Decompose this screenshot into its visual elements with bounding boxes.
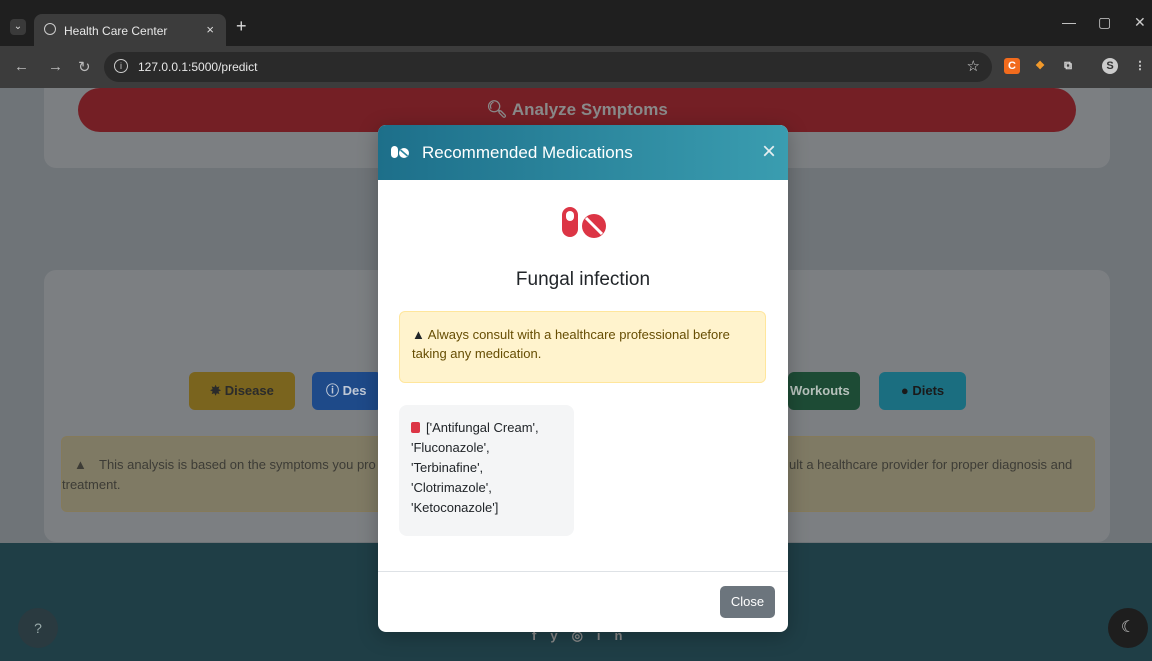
moon-icon: ☾ — [1120, 619, 1136, 636]
description-label: Des — [342, 383, 367, 398]
medication-list: ['Antifungal Cream', 'Fluconazole', 'Ter… — [399, 405, 574, 536]
apple-icon: ● — [900, 383, 909, 398]
reload-icon[interactable]: ↻ — [78, 58, 91, 76]
medication-line: 'Terbinafine', — [411, 460, 484, 475]
extension-c-icon[interactable]: C — [1004, 58, 1020, 74]
medication-line: 'Ketoconazole'] — [411, 500, 499, 515]
close-button[interactable]: Close — [720, 586, 775, 618]
back-arrow-icon[interactable]: ← — [14, 58, 29, 75]
disease-name: Fungal infection — [515, 269, 651, 290]
disclaimer-text-right: ult a healthcare provider for proper dia… — [789, 457, 1073, 472]
help-button[interactable]: ? — [18, 608, 58, 648]
disease-label: Disease — [224, 383, 274, 398]
theme-toggle-button[interactable]: ☾ — [1108, 608, 1148, 648]
tab-close-icon[interactable]: × — [206, 22, 214, 37]
site-info-icon[interactable]: i — [114, 59, 128, 73]
minimize-button[interactable]: — — [1062, 14, 1076, 30]
tab-search-icon[interactable]: ⌄ — [10, 19, 26, 35]
diets-label: Diets — [912, 383, 945, 398]
search-icon: 🔍︎ — [486, 100, 508, 119]
modal-footer-divider — [378, 571, 788, 572]
address-bar[interactable]: i 127.0.0.1:5000/predict ☆ — [104, 52, 992, 82]
analyze-label: Analyze Symptoms — [511, 100, 668, 119]
medication-line: 'Fluconazole', — [411, 440, 490, 455]
modal-close-icon[interactable]: × — [762, 138, 776, 166]
browser-toolbar: ← → ↻ i 127.0.0.1:5000/predict ☆ C ❖ ⧉ S… — [0, 46, 1152, 88]
extension-flame-icon[interactable]: ❖ — [1032, 58, 1048, 74]
profile-avatar[interactable]: S — [1102, 58, 1118, 74]
medication-line: ['Antifungal Cream', — [426, 420, 539, 435]
tab-title: Health Care Center — [64, 24, 168, 38]
workouts-label: Workouts — [790, 383, 850, 398]
diets-button[interactable]: ● Diets — [879, 372, 966, 410]
virus-icon: ✸ — [210, 383, 222, 398]
browser-tab-strip: ⌄ Health Care Center × + — ▢ ✕ — [0, 0, 1152, 46]
browser-tab[interactable]: Health Care Center × — [34, 14, 226, 46]
disclaimer-text-line2: treatment. — [62, 477, 121, 492]
medications-modal: Recommended Medications × Fungal infecti… — [378, 125, 788, 632]
disclaimer-text-left: This analysis is based on the symptoms y… — [99, 457, 376, 472]
medication-line: 'Clotrimazole', — [411, 480, 492, 495]
forward-arrow-icon[interactable]: → — [48, 58, 63, 75]
workouts-button[interactable]: Workouts — [788, 372, 860, 410]
disease-button[interactable]: ✸ Disease — [189, 372, 295, 410]
medication-warning: ▲ Always consult with a healthcare profe… — [399, 311, 766, 383]
new-tab-button[interactable]: + — [236, 16, 247, 37]
warning-text: Always consult with a healthcare profess… — [412, 327, 730, 361]
url-text: 127.0.0.1:5000/predict — [138, 60, 258, 74]
prescription-bottle-icon — [411, 422, 420, 433]
pills-icon — [391, 146, 409, 158]
pills-icon — [562, 207, 606, 238]
modal-title: Recommended Medications — [422, 143, 633, 162]
maximize-button[interactable]: ▢ — [1098, 14, 1111, 31]
menu-dots-icon[interactable]: ⋮ — [1132, 58, 1148, 74]
bookmark-star-icon[interactable]: ☆ — [967, 57, 980, 75]
warning-icon: ▲ — [412, 327, 425, 342]
warning-icon: ▲ — [74, 457, 87, 472]
info-icon: ⓘ — [326, 383, 340, 398]
description-button[interactable]: ⓘ Des — [312, 372, 382, 410]
extensions-puzzle-icon[interactable]: ⧉ — [1060, 58, 1076, 74]
modal-header: Recommended Medications × — [378, 125, 788, 180]
globe-icon — [44, 23, 56, 35]
window-close-button[interactable]: ✕ — [1134, 14, 1146, 31]
